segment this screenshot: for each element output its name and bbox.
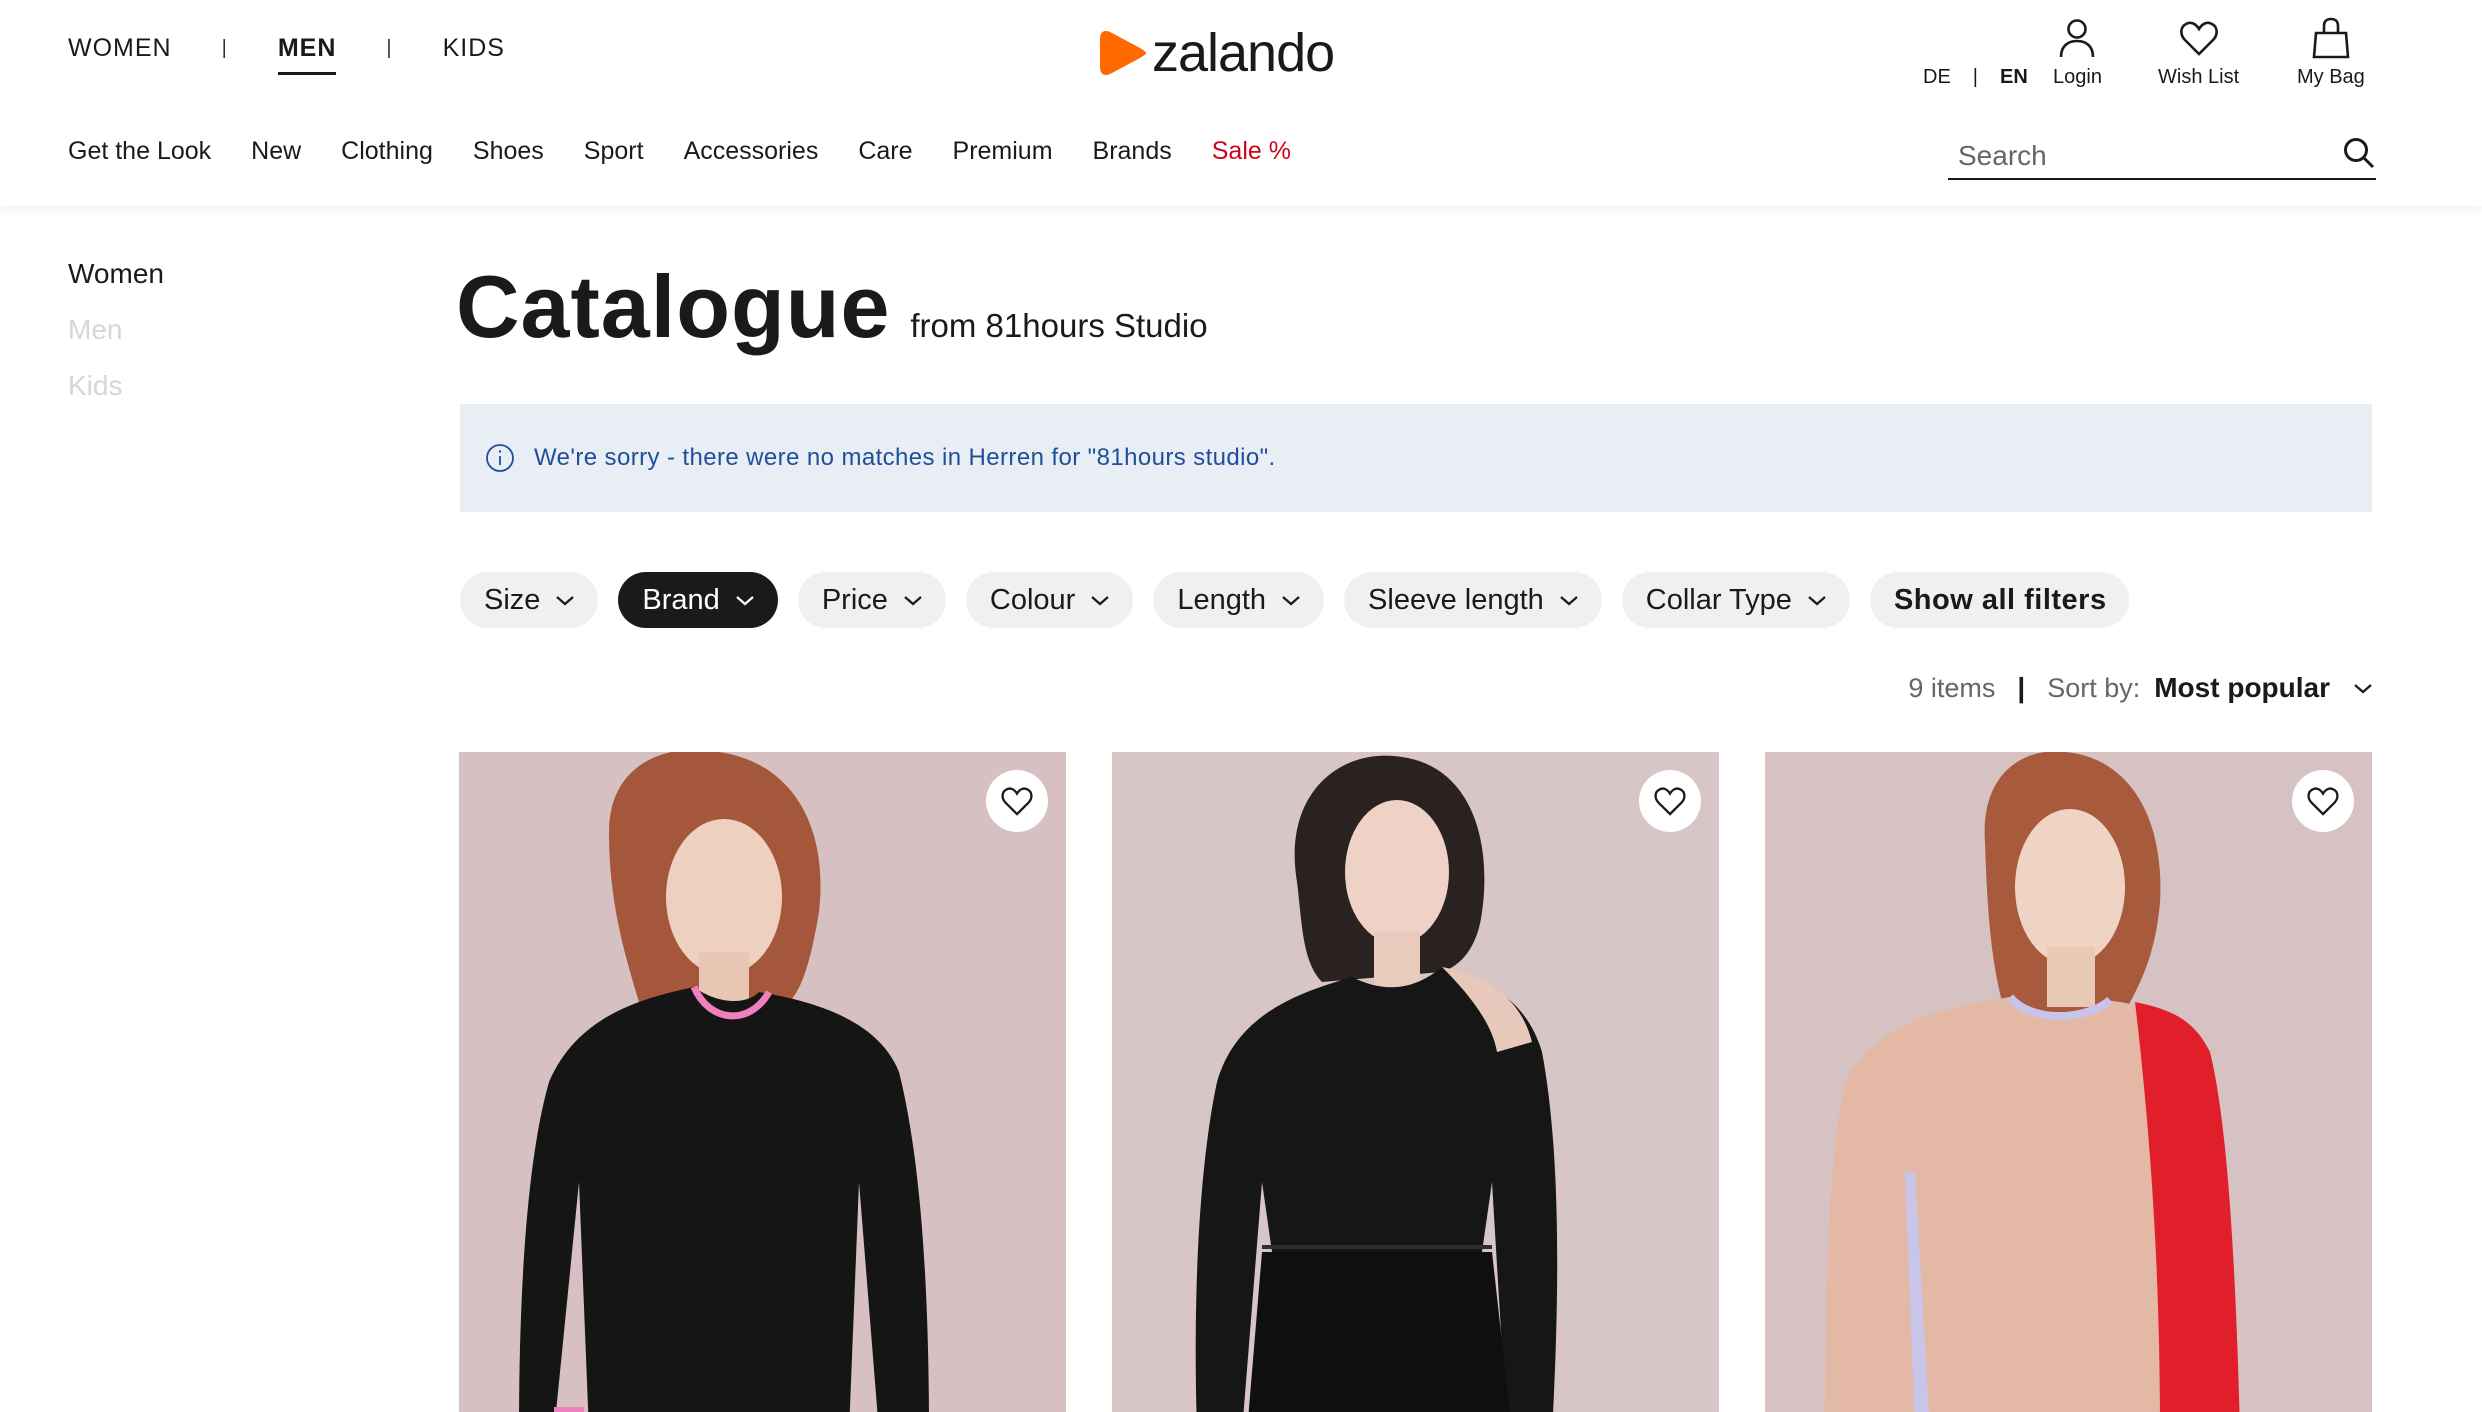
category-nav: Get the Look New Clothing Shoes Sport Ac… <box>68 137 1291 166</box>
user-icon <box>2060 19 2095 58</box>
login-label: Login <box>2053 66 2102 88</box>
heart-icon <box>2179 21 2218 56</box>
filter-price[interactable]: Price <box>797 572 946 628</box>
nav-clothing[interactable]: Clothing <box>341 137 433 166</box>
my-bag-button[interactable]: My Bag <box>2297 16 2365 89</box>
search-input[interactable] <box>1948 140 2328 172</box>
sidebar-item-women[interactable]: Women <box>68 258 164 314</box>
chevron-down-icon <box>736 596 754 606</box>
dept-men-link[interactable]: MEN <box>277 34 337 75</box>
sort-separator: | <box>2017 672 2026 703</box>
logo-wordmark: zalando <box>1152 23 1335 83</box>
heart-outline-icon <box>1001 787 1033 816</box>
department-switcher: WOMEN | MEN | KIDS <box>68 34 505 75</box>
site-header: WOMEN | MEN | KIDS zalando DE | EN Login… <box>0 0 2482 206</box>
product-grid <box>459 752 2372 1412</box>
product-image <box>1765 752 2372 1412</box>
sidebar-item-men: Men <box>68 314 123 345</box>
chevron-down-icon[interactable] <box>2352 681 2374 695</box>
filter-label: Collar Type <box>1645 583 1792 616</box>
nav-sale[interactable]: Sale % <box>1212 137 1291 166</box>
nav-care[interactable]: Care <box>858 137 912 166</box>
filter-label: Price <box>821 583 888 616</box>
info-icon <box>486 444 514 472</box>
wish-list-button[interactable]: Wish List <box>2158 16 2239 89</box>
chevron-down-icon <box>1808 596 1826 606</box>
sort-select[interactable]: Most popular <box>2154 672 2330 704</box>
filter-size[interactable]: Size <box>460 572 599 628</box>
bag-icon <box>2312 17 2350 59</box>
filter-length[interactable]: Length <box>1153 572 1325 628</box>
nav-premium[interactable]: Premium <box>953 137 1053 166</box>
dept-women-link[interactable]: WOMEN <box>68 34 172 63</box>
filter-label: Length <box>1177 583 1267 616</box>
product-card[interactable] <box>459 752 1066 1412</box>
chevron-down-icon <box>1282 596 1300 606</box>
nav-new[interactable]: New <box>251 137 301 166</box>
show-all-filters-button[interactable]: Show all filters <box>1869 572 2129 628</box>
lang-de-link[interactable]: DE <box>1923 66 1951 89</box>
zalando-logo-mark-icon <box>1100 31 1146 75</box>
product-card[interactable] <box>1765 752 2372 1412</box>
wish-list-label: Wish List <box>2158 66 2240 88</box>
dept-separator: | <box>386 37 393 59</box>
product-image <box>459 752 1066 1412</box>
add-to-wishlist-button[interactable] <box>986 770 1048 832</box>
lang-separator: | <box>1972 66 1978 88</box>
add-to-wishlist-button[interactable] <box>1639 770 1701 832</box>
chevron-down-icon <box>556 596 575 606</box>
filter-colour[interactable]: Colour <box>965 572 1134 628</box>
item-count: 9 items <box>1908 672 1996 703</box>
nav-brands[interactable]: Brands <box>1093 137 1172 166</box>
search-icon[interactable] <box>2342 136 2376 170</box>
heart-outline-icon <box>1654 787 1686 816</box>
page-title: Catalogue <box>456 257 891 356</box>
nav-shoes[interactable]: Shoes <box>473 137 544 166</box>
category-sidebar: Women Men Kids <box>68 258 164 426</box>
product-card[interactable] <box>1112 752 1719 1412</box>
no-match-notice: We're sorry - there were no matches in H… <box>460 404 2372 512</box>
filter-label: Colour <box>989 583 1076 616</box>
dept-kids-link[interactable]: KIDS <box>443 34 505 63</box>
sort-label: Sort by: <box>2047 672 2141 703</box>
lang-en-link[interactable]: EN <box>2000 66 2028 89</box>
page-heading: Catalogue from 81hours Studio <box>456 256 1208 358</box>
chevron-down-icon <box>1091 596 1110 606</box>
nav-sport[interactable]: Sport <box>584 137 644 166</box>
sidebar-item-kids: Kids <box>68 370 123 401</box>
page-subtitle: from 81hours Studio <box>910 307 1208 344</box>
filter-brand[interactable]: Brand <box>618 572 778 628</box>
heart-outline-icon <box>2307 787 2339 816</box>
filter-label: Sleeve length <box>1368 583 1544 616</box>
filter-sleeve-length[interactable]: Sleeve length <box>1344 572 1602 628</box>
zalando-logo[interactable]: zalando <box>1100 22 1335 84</box>
filter-label: Brand <box>642 583 720 616</box>
chevron-down-icon <box>1560 596 1578 606</box>
dept-separator: | <box>221 37 228 59</box>
filter-label: Size <box>484 583 541 616</box>
search-bar <box>1948 134 2376 180</box>
add-to-wishlist-button[interactable] <box>2292 770 2354 832</box>
sort-bar: 9 items | Sort by: Most popular <box>1908 672 2374 704</box>
language-switcher: DE | EN <box>1923 66 2028 89</box>
filter-collar-type[interactable]: Collar Type <box>1621 572 1850 628</box>
my-bag-label: My Bag <box>2297 66 2365 88</box>
notice-text: We're sorry - there were no matches in H… <box>534 444 1276 471</box>
filter-bar: Size Brand Price Colour Length Sleeve le… <box>460 572 2129 628</box>
nav-get-the-look[interactable]: Get the Look <box>68 137 211 166</box>
product-image <box>1112 752 1719 1412</box>
nav-accessories[interactable]: Accessories <box>684 137 819 166</box>
login-button[interactable]: Login <box>2053 16 2102 89</box>
chevron-down-icon <box>904 596 922 606</box>
